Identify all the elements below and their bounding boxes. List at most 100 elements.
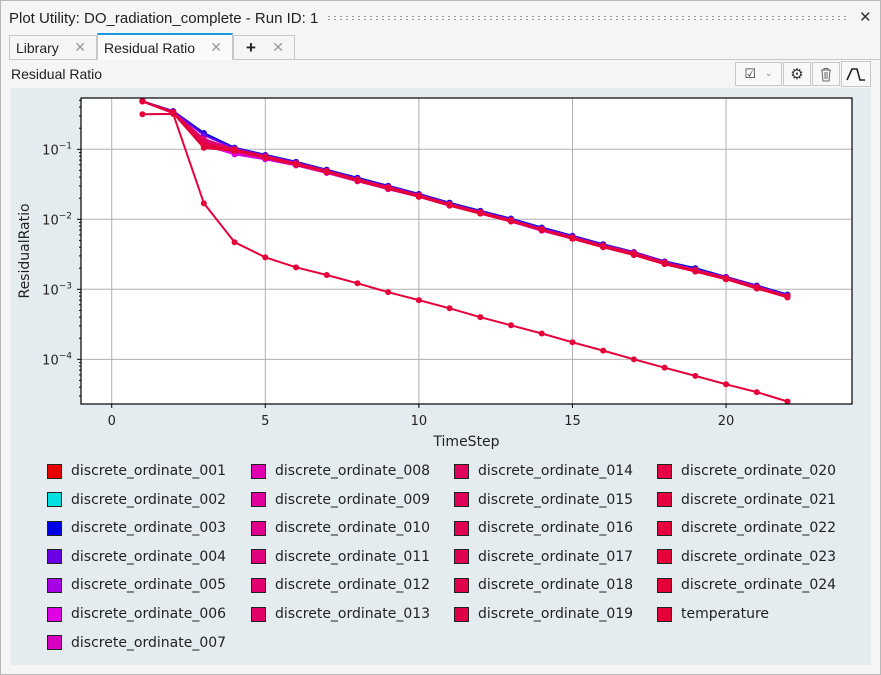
data-point-temperature [231, 239, 238, 246]
data-point-discrete_ordinate_024 [569, 235, 576, 242]
legend-item[interactable]: discrete_ordinate_006 [47, 606, 226, 622]
legend-item[interactable]: discrete_ordinate_015 [454, 492, 633, 508]
data-point-temperature [446, 305, 453, 312]
legend-item[interactable]: discrete_ordinate_010 [251, 520, 430, 536]
legend-item[interactable]: discrete_ordinate_012 [251, 577, 430, 593]
legend-label: discrete_ordinate_021 [681, 491, 837, 508]
data-point-temperature [477, 314, 484, 321]
legend-label: discrete_ordinate_007 [71, 634, 227, 651]
data-point-temperature [538, 330, 545, 337]
legend-label: discrete_ordinate_015 [478, 491, 634, 508]
legend-swatch [657, 549, 672, 565]
data-point-temperature [385, 289, 392, 296]
legend-swatch [47, 635, 62, 651]
data-point-temperature [661, 364, 668, 371]
data-point-temperature [415, 297, 422, 304]
legend-swatch [47, 577, 62, 593]
legend-swatch [454, 606, 469, 622]
data-point-discrete_ordinate_024 [200, 143, 207, 150]
legend-swatch [657, 492, 672, 508]
legend-label: discrete_ordinate_018 [478, 577, 634, 594]
legend-item[interactable]: discrete_ordinate_003 [47, 520, 226, 536]
legend-swatch [657, 577, 672, 593]
legend-item[interactable]: discrete_ordinate_020 [657, 463, 836, 479]
legend-label: discrete_ordinate_014 [478, 463, 634, 479]
legend-item[interactable]: discrete_ordinate_011 [251, 549, 430, 565]
legend-item[interactable]: discrete_ordinate_002 [47, 492, 226, 508]
legend-swatch [454, 463, 469, 479]
legend-label: discrete_ordinate_006 [71, 606, 227, 622]
legend-item[interactable]: discrete_ordinate_013 [251, 606, 430, 622]
legend-label: discrete_ordinate_012 [275, 577, 431, 594]
data-point-discrete_ordinate_024 [723, 276, 730, 283]
data-point-temperature [692, 372, 699, 379]
legend-item[interactable]: discrete_ordinate_017 [454, 549, 633, 565]
legend-item[interactable]: discrete_ordinate_016 [454, 520, 633, 536]
legend-item[interactable]: discrete_ordinate_009 [251, 492, 430, 508]
data-point-discrete_ordinate_024 [385, 185, 392, 192]
data-point-temperature [569, 339, 576, 346]
legend-label: discrete_ordinate_008 [275, 463, 431, 479]
legend-swatch [454, 520, 469, 536]
legend-item[interactable]: discrete_ordinate_004 [47, 549, 226, 565]
x-tick-label: 15 [564, 414, 581, 429]
legend-item[interactable]: discrete_ordinate_023 [657, 549, 836, 565]
x-tick-label: 0 [108, 414, 116, 429]
data-point-discrete_ordinate_024 [753, 285, 760, 292]
y-tick-label: 10−2 [42, 211, 72, 228]
legend-item[interactable]: discrete_ordinate_022 [657, 520, 836, 536]
legend-swatch [454, 577, 469, 593]
legend-item[interactable]: discrete_ordinate_019 [454, 606, 633, 622]
legend-swatch [657, 463, 672, 479]
y-axis-label: ResidualRatio [17, 203, 33, 298]
x-tick-label: 10 [411, 414, 428, 429]
data-point-temperature [262, 254, 269, 261]
legend-swatch [251, 549, 266, 565]
legend-swatch [657, 520, 672, 536]
legend-label: discrete_ordinate_020 [681, 463, 837, 479]
legend-swatch [657, 606, 672, 622]
legend-label: discrete_ordinate_011 [275, 548, 431, 565]
legend-label: discrete_ordinate_016 [478, 520, 634, 537]
x-tick-label: 20 [718, 414, 735, 429]
y-tick-label: 10−1 [42, 141, 72, 158]
data-point-temperature [753, 389, 760, 396]
legend-label: discrete_ordinate_022 [681, 520, 837, 537]
legend-item[interactable]: discrete_ordinate_021 [657, 492, 836, 508]
legend-label: discrete_ordinate_010 [275, 520, 431, 537]
residual-ratio-chart[interactable]: 0 5 10 15 20 10−1 10−2 10−3 10−4 TimeStep Residual… [1, 1, 881, 456]
legend-swatch [47, 606, 62, 622]
legend-label: discrete_ordinate_004 [71, 548, 227, 565]
data-point-discrete_ordinate_024 [508, 218, 515, 225]
legend-item[interactable]: discrete_ordinate_024 [657, 577, 836, 593]
plot-utility-window: Plot Utility: DO_radiation_complete - Ru… [0, 0, 881, 675]
legend-label: discrete_ordinate_024 [681, 577, 837, 594]
data-point-discrete_ordinate_024 [293, 161, 300, 168]
legend-item[interactable]: discrete_ordinate_014 [454, 463, 633, 479]
legend-item[interactable]: discrete_ordinate_018 [454, 577, 633, 593]
data-point-discrete_ordinate_024 [323, 169, 330, 176]
legend-label: discrete_ordinate_009 [275, 491, 431, 508]
data-point-discrete_ordinate_024 [354, 177, 361, 184]
data-point-temperature [723, 381, 730, 388]
legend-item[interactable]: discrete_ordinate_007 [47, 635, 226, 651]
legend-item[interactable]: discrete_ordinate_005 [47, 577, 226, 593]
data-point-discrete_ordinate_024 [630, 251, 637, 258]
legend-label: discrete_ordinate_019 [478, 606, 634, 622]
data-point-temperature [630, 356, 637, 363]
legend-item[interactable]: temperature [657, 606, 769, 622]
legend-label: discrete_ordinate_017 [478, 548, 634, 565]
x-tick-label: 5 [261, 414, 269, 429]
data-point-discrete_ordinate_024 [415, 193, 422, 200]
legend-label: discrete_ordinate_001 [71, 463, 227, 479]
legend-label: discrete_ordinate_013 [275, 606, 431, 622]
legend-item[interactable]: discrete_ordinate_008 [251, 463, 430, 479]
legend-label: discrete_ordinate_002 [71, 491, 227, 508]
data-point-temperature [139, 111, 146, 118]
legend-item[interactable]: discrete_ordinate_001 [47, 463, 226, 479]
data-point-discrete_ordinate_024 [139, 98, 146, 105]
plot-area [81, 98, 852, 404]
data-point-discrete_ordinate_024 [477, 210, 484, 217]
x-axis-label: TimeStep [432, 434, 499, 450]
data-point-temperature [600, 347, 607, 354]
